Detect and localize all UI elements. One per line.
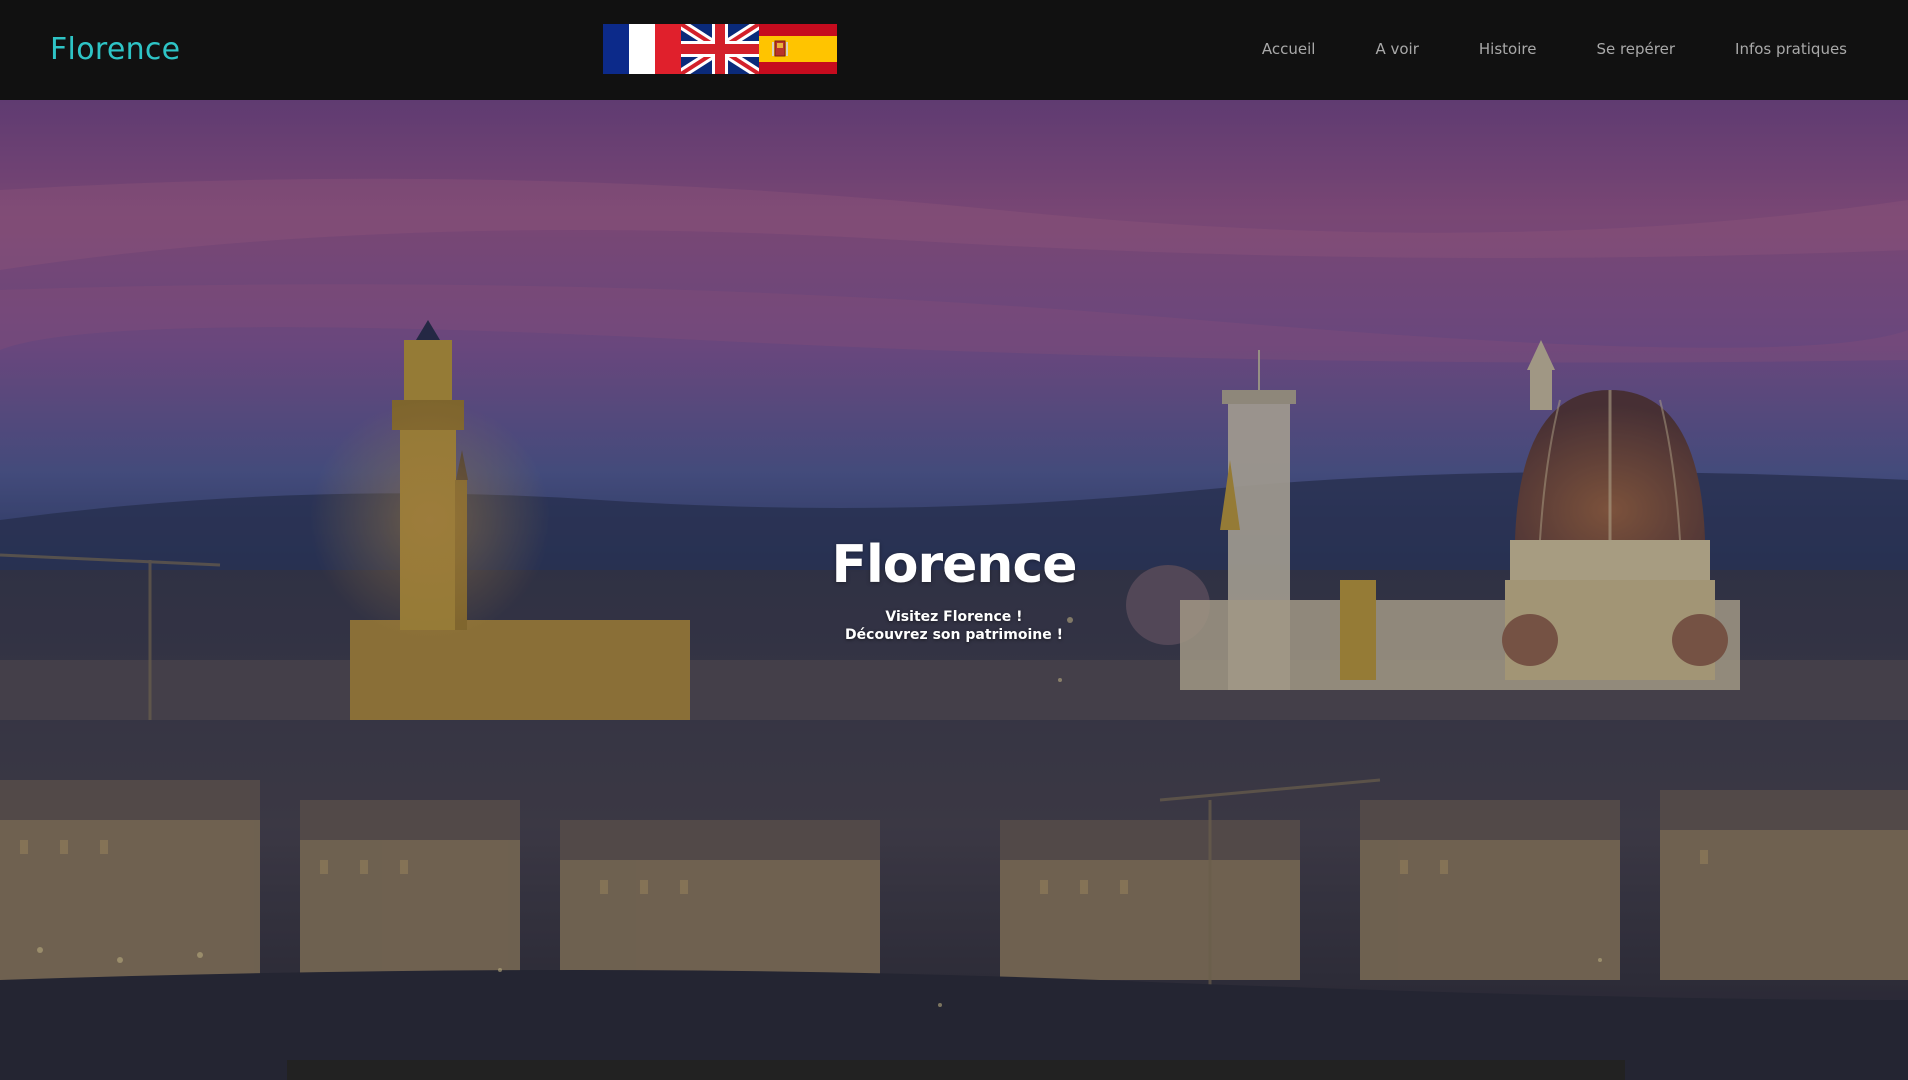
content-panel-edge — [287, 1060, 1625, 1080]
nav-link-infos-pratiques[interactable]: Infos pratiques — [1735, 38, 1847, 60]
uk-flag-icon[interactable] — [681, 24, 759, 74]
hero-section: Florence Visitez Florence ! Découvrez so… — [0, 100, 1908, 1080]
spanish-flag-icon[interactable] — [759, 24, 837, 74]
main-nav: Accueil A voir Histoire Se repérer Infos… — [1262, 38, 1847, 60]
language-switcher — [603, 24, 837, 74]
nav-link-histoire[interactable]: Histoire — [1479, 38, 1537, 60]
hero-title: Florence — [831, 535, 1077, 595]
brand-logo-link[interactable]: Florence — [50, 30, 180, 70]
nav-link-a-voir[interactable]: A voir — [1375, 38, 1418, 60]
hero-subtitle-line2: Découvrez son patrimoine ! — [845, 627, 1063, 643]
nav-link-accueil[interactable]: Accueil — [1262, 38, 1316, 60]
hero-subtitle-line1: Visitez Florence ! — [885, 609, 1023, 625]
nav-link-se-reperer[interactable]: Se repérer — [1596, 38, 1675, 60]
navbar: Florence Accueil A voir Histoire Se repé… — [0, 0, 1908, 100]
french-flag-icon[interactable] — [603, 24, 681, 74]
